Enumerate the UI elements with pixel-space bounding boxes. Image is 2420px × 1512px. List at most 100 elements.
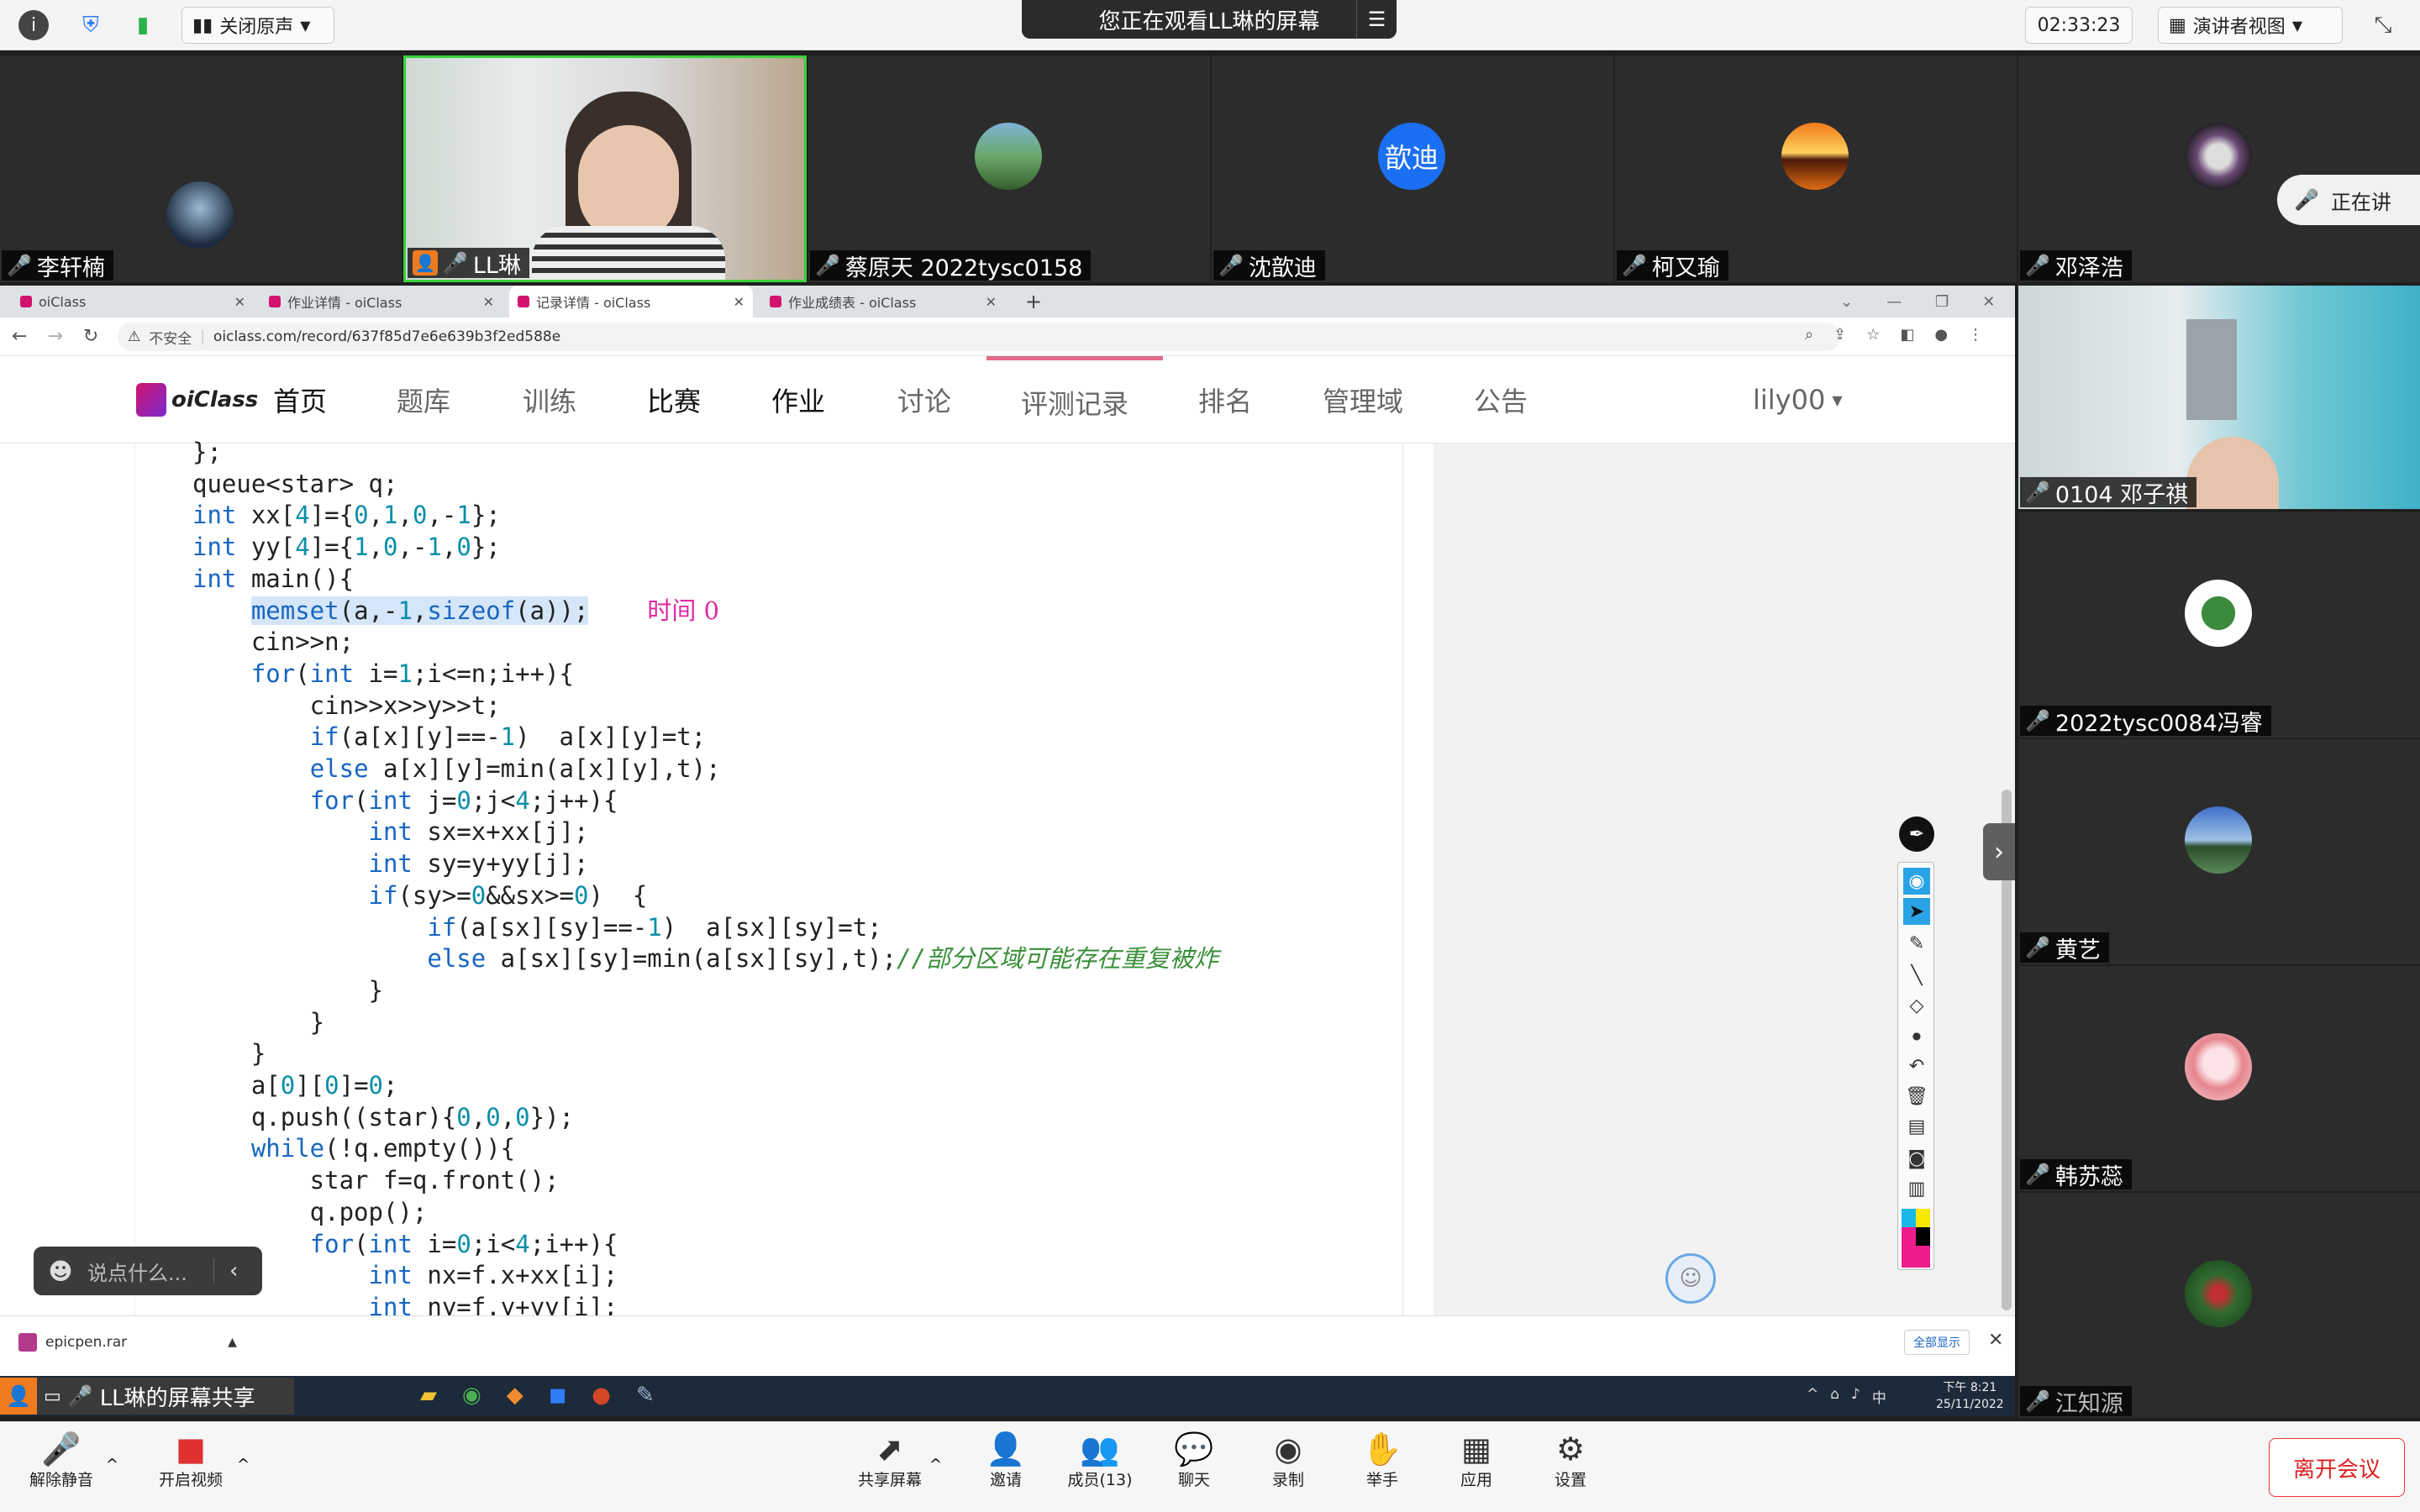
close-icon[interactable]: ✕ bbox=[483, 294, 494, 310]
minimize-icon[interactable]: — bbox=[1886, 293, 1902, 311]
back-icon[interactable]: ← bbox=[12, 326, 27, 347]
pen-icon[interactable]: ✎ bbox=[1903, 930, 1930, 957]
apps-button[interactable]: ▦ 应用 bbox=[1439, 1431, 1514, 1490]
cursor-icon[interactable]: ➤ bbox=[1903, 898, 1930, 925]
participant-tile-active[interactable]: 👤 🎤 LL琳 bbox=[403, 55, 807, 282]
forward-icon[interactable]: → bbox=[47, 326, 62, 347]
record-button[interactable]: ◉ 录制 bbox=[1250, 1431, 1326, 1490]
close-icon[interactable]: ✕ bbox=[1982, 293, 1995, 311]
eraser-icon[interactable]: ◇ bbox=[1903, 992, 1930, 1019]
color-palette[interactable] bbox=[1902, 1209, 1930, 1268]
show-all-downloads[interactable]: 全部显示 bbox=[1904, 1330, 1970, 1355]
chevron-up-icon[interactable]: ▲ bbox=[228, 1336, 237, 1349]
close-icon[interactable]: ✕ bbox=[734, 294, 744, 310]
nav-records-active[interactable]: 评测记录 bbox=[986, 356, 1163, 444]
participant-tile[interactable]: 歆迪 🎤 沈歆迪 bbox=[1212, 55, 1613, 282]
settings-button[interactable]: ⚙ 设置 bbox=[1533, 1431, 1608, 1490]
banner-menu-icon[interactable]: ☰ bbox=[1356, 0, 1397, 39]
board-icon[interactable]: ▤ bbox=[1903, 1113, 1930, 1140]
app-icon[interactable]: ◆ bbox=[507, 1383, 523, 1408]
exit-fullscreen-icon[interactable]: ⤡ bbox=[2366, 8, 2400, 42]
dot-icon[interactable]: ● bbox=[1903, 1022, 1930, 1049]
chevron-up-icon[interactable]: ^ bbox=[237, 1456, 250, 1473]
browser-tab-active[interactable]: 记录详情 - oiClass ✕ bbox=[509, 286, 753, 318]
participant-tile[interactable]: 🎤 李轩楠 bbox=[0, 55, 402, 282]
site-logo[interactable]: oiClass bbox=[136, 383, 258, 417]
camera-icon[interactable]: ◙ bbox=[1903, 1145, 1930, 1172]
browser-tab[interactable]: 作业详情 - oiClass ✕ bbox=[260, 286, 502, 318]
user-menu[interactable]: lily00 ▼ bbox=[1753, 356, 1843, 444]
pen-toolbar-pin-icon[interactable]: ✒ bbox=[1899, 816, 1934, 852]
taskbar-clock: 下午 8:21 25/11/2022 bbox=[1936, 1381, 2004, 1411]
app-icon[interactable]: ◼ bbox=[549, 1383, 567, 1408]
browser-tab[interactable]: 作业成绩表 - oiClass ✕ bbox=[761, 286, 1005, 318]
profile-icon[interactable]: ● bbox=[1934, 326, 1948, 344]
nav-home[interactable]: 首页 bbox=[273, 356, 327, 444]
participant-tile[interactable]: 🎤 黄艺 bbox=[2018, 739, 2420, 964]
nav-domain[interactable]: 管理域 bbox=[1323, 356, 1403, 444]
chevron-up-icon[interactable]: ^ bbox=[106, 1456, 118, 1473]
undo-icon[interactable]: ↶ bbox=[1903, 1053, 1930, 1079]
nav-problems[interactable]: 题库 bbox=[397, 356, 450, 444]
share-icon[interactable]: ⇪ bbox=[1833, 326, 1846, 344]
nav-ranking[interactable]: 排名 bbox=[1198, 356, 1252, 444]
chevron-up-icon[interactable]: ^ bbox=[1807, 1386, 1818, 1407]
chevron-down-icon[interactable]: ⌄ bbox=[1840, 293, 1853, 311]
star-icon[interactable]: ☆ bbox=[1866, 326, 1880, 344]
share-screen-button[interactable]: ⬈ 共享屏幕 bbox=[852, 1431, 928, 1490]
chevron-up-icon[interactable]: ^ bbox=[929, 1456, 942, 1473]
nav-contest[interactable]: 比赛 bbox=[647, 356, 701, 444]
emoji-icon[interactable]: ☻ bbox=[34, 1257, 87, 1285]
sidebar-icon[interactable]: ◧ bbox=[1900, 326, 1914, 344]
participant-tile[interactable]: 🎤 韩苏蕊 bbox=[2018, 966, 2420, 1191]
trash-icon[interactable]: 🗑 bbox=[1903, 1083, 1930, 1110]
info-icon[interactable]: i bbox=[18, 10, 49, 40]
participant-tile[interactable]: 🎤 0104 邓子祺 bbox=[2018, 286, 2420, 509]
browser-tab[interactable]: oiClass ✕ bbox=[12, 286, 254, 318]
chat-input-pill[interactable]: ☻ 说点什么... ‹ bbox=[34, 1247, 262, 1295]
paint-icon[interactable]: ✎ bbox=[636, 1383, 655, 1408]
participant-tile[interactable]: 🎤 江知源 bbox=[2018, 1193, 2420, 1418]
leave-meeting-button[interactable]: 离开会议 bbox=[2269, 1438, 2405, 1497]
nav-notice[interactable]: 公告 bbox=[1474, 356, 1528, 444]
invite-button[interactable]: 👤 邀请 bbox=[968, 1431, 1044, 1490]
chat-button[interactable]: 💬 聊天 bbox=[1156, 1431, 1232, 1490]
original-audio-toggle[interactable]: ▮▮ 关闭原声 ▼ bbox=[182, 7, 334, 44]
chevron-right-icon[interactable]: › bbox=[1983, 823, 2015, 880]
shield-icon[interactable]: ⛨ bbox=[74, 8, 108, 42]
nav-training[interactable]: 训练 bbox=[523, 356, 576, 444]
close-icon[interactable]: ✕ bbox=[234, 294, 245, 310]
nav-homework[interactable]: 作业 bbox=[771, 356, 825, 444]
powerpoint-icon[interactable]: ● bbox=[592, 1383, 611, 1408]
participant-tile[interactable]: 🎤 蔡原天 2022tysc0158 bbox=[808, 55, 1210, 282]
line-icon[interactable]: ╲ bbox=[1903, 962, 1930, 989]
code-line: int yy[4]={1,0,-1,0}; bbox=[192, 533, 501, 562]
nav-discussion[interactable]: 讨论 bbox=[897, 356, 951, 444]
close-icon[interactable]: ✕ bbox=[1988, 1330, 2003, 1351]
assistant-bot-icon[interactable]: ☺ bbox=[1665, 1253, 1716, 1304]
chevron-down-icon[interactable]: ▼ bbox=[300, 18, 310, 34]
signal-icon[interactable]: ▮ bbox=[126, 8, 160, 42]
raise-hand-button[interactable]: ✋ 举手 bbox=[1344, 1431, 1420, 1490]
participant-tile[interactable]: 🎤 柯又瑜 bbox=[1615, 55, 2017, 282]
participant-tile[interactable]: 🎤 正在讲 🎤 邓泽浩 bbox=[2018, 55, 2420, 282]
url-field[interactable]: ⚠ 不安全 | oiclass.com/record/637f85d7e6e63… bbox=[118, 323, 1840, 351]
participant-tile[interactable]: 🎤 2022tysc0084冯睿 bbox=[2018, 512, 2420, 738]
start-video-button[interactable]: ■ 开启视频 bbox=[153, 1431, 229, 1490]
clipboard-icon[interactable]: ▥ bbox=[1903, 1175, 1930, 1202]
download-item[interactable]: epicpen.rar ▲ bbox=[18, 1333, 237, 1352]
members-button[interactable]: 👥 成员(13) bbox=[1062, 1431, 1138, 1490]
code-line: a[0][0]=0; bbox=[192, 1071, 398, 1100]
eye-icon[interactable]: ◉ bbox=[1903, 868, 1930, 895]
view-mode-button[interactable]: ▦ 演讲者视图 ▼ bbox=[2158, 7, 2343, 44]
zoom-icon[interactable]: ⌕ bbox=[1805, 326, 1813, 344]
chrome-icon[interactable]: ◉ bbox=[462, 1383, 481, 1408]
menu-icon[interactable]: ⋮ bbox=[1968, 326, 1983, 344]
maximize-icon[interactable]: ❐ bbox=[1935, 293, 1949, 311]
folder-icon[interactable]: ▰ bbox=[420, 1383, 437, 1408]
chevron-left-icon[interactable]: ‹ bbox=[213, 1258, 238, 1284]
new-tab-button[interactable]: + bbox=[1017, 286, 1050, 318]
unmute-button[interactable]: 🎤 解除静音 bbox=[24, 1431, 99, 1490]
reload-icon[interactable]: ↻ bbox=[83, 326, 98, 347]
close-icon[interactable]: ✕ bbox=[986, 294, 997, 310]
